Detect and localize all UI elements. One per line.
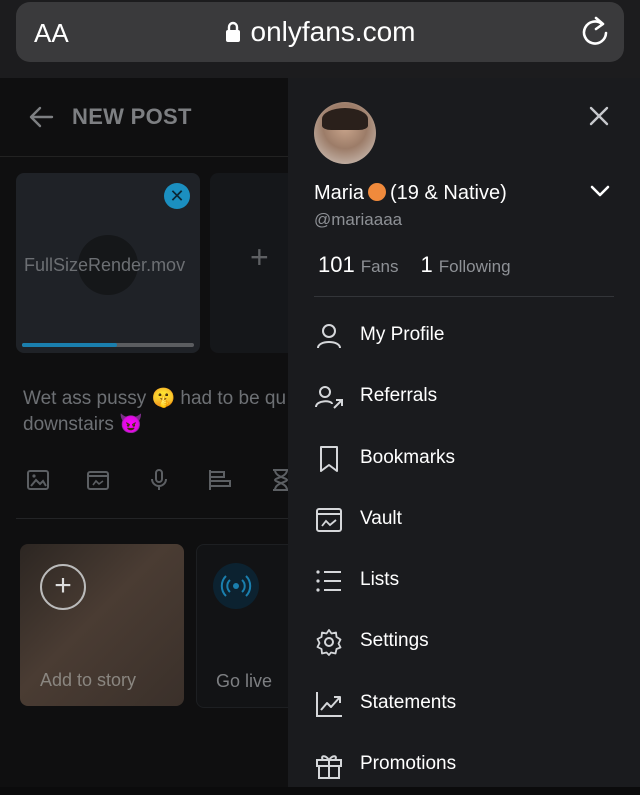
display-name: Maria (19 & Native) <box>314 182 507 205</box>
post-text-line: downstairs 😈 <box>23 414 143 435</box>
page-title: NEW POST <box>72 104 192 129</box>
gift-icon <box>314 750 344 780</box>
browser-address-bar: AA onlyfans.com <box>0 0 640 78</box>
url-display[interactable]: onlyfans.com <box>16 16 624 50</box>
remove-media-icon[interactable]: ✕ <box>164 183 190 209</box>
url-text: onlyfans.com <box>250 16 416 47</box>
drawer-menu: My Profile Referrals Bookmarks Vault Lis… <box>314 305 614 795</box>
peach-emoji-icon <box>368 182 387 201</box>
url-field[interactable]: AA onlyfans.com <box>16 2 624 62</box>
menu-item-promotions[interactable]: Promotions <box>314 734 614 795</box>
menu-label: Settings <box>360 630 429 652</box>
menu-label: My Profile <box>360 324 445 345</box>
microphone-icon[interactable] <box>147 468 171 497</box>
menu-label: Referrals <box>360 385 438 407</box>
story-label: Add to story <box>40 670 137 690</box>
fans-count[interactable]: 101 <box>318 252 355 277</box>
bookmark-icon <box>314 444 344 474</box>
display-name-text: Maria <box>314 182 365 204</box>
avatar-hair <box>322 108 368 130</box>
menu-item-lists[interactable]: Lists <box>314 550 614 611</box>
statements-chart-icon <box>314 689 344 719</box>
lists-icon <box>314 566 344 596</box>
referrals-icon <box>314 382 344 412</box>
close-icon[interactable] <box>588 105 610 132</box>
add-media-button[interactable]: + <box>210 173 300 353</box>
add-to-story-card[interactable]: + Add to story <box>20 544 184 706</box>
back-arrow-icon[interactable] <box>28 105 54 134</box>
display-name-suffix: (19 & Native) <box>390 182 507 204</box>
go-live-card[interactable]: Go live <box>196 544 298 708</box>
reload-icon[interactable] <box>580 15 610 52</box>
following-label[interactable]: Following <box>439 257 511 276</box>
image-icon[interactable] <box>26 468 50 497</box>
menu-item-my-profile[interactable]: My Profile <box>314 305 614 366</box>
broadcast-icon <box>213 563 259 609</box>
poll-icon[interactable] <box>207 468 233 497</box>
menu-item-settings[interactable]: Settings <box>314 611 614 672</box>
menu-item-referrals[interactable]: Referrals <box>314 366 614 427</box>
lock-icon <box>225 18 241 50</box>
follower-stats: 101 Fans 1 Following <box>318 252 511 278</box>
divider <box>16 518 296 519</box>
media-thumbnail[interactable]: FullSizeRender.mov ✕ <box>16 173 200 353</box>
vault-icon[interactable] <box>86 468 110 497</box>
following-count[interactable]: 1 <box>421 252 433 277</box>
plus-icon: + <box>250 239 269 275</box>
chevron-down-icon[interactable] <box>590 184 610 203</box>
go-live-label: Go live <box>216 671 273 691</box>
settings-gear-icon <box>314 627 344 657</box>
post-text[interactable]: Wet ass pussy 🤫 had to be qu downstairs … <box>23 386 293 438</box>
menu-label: Lists <box>360 569 400 591</box>
account-drawer: Maria (19 & Native) @mariaaaa 101 Fans 1 Fol… <box>288 78 640 787</box>
fans-label[interactable]: Fans <box>361 257 399 276</box>
media-filename: FullSizeRender.mov <box>24 255 186 275</box>
menu-item-vault[interactable]: Vault <box>314 489 614 550</box>
menu-item-statements[interactable]: Statements <box>314 673 614 734</box>
menu-label: Bookmarks <box>360 446 456 468</box>
menu-item-bookmarks[interactable]: Bookmarks <box>314 428 614 489</box>
upload-progress-bar <box>22 343 194 347</box>
menu-label: Promotions <box>360 753 457 775</box>
post-toolbar <box>26 468 324 498</box>
menu-label: Statements <box>360 691 457 713</box>
user-icon <box>314 321 344 351</box>
divider <box>314 296 614 297</box>
username-handle: @mariaaaa <box>314 210 403 229</box>
menu-label: Vault <box>360 507 402 529</box>
vault-icon <box>314 505 344 535</box>
avatar[interactable] <box>314 102 376 164</box>
post-text-line: Wet ass pussy 🤫 had to be qu <box>23 388 287 409</box>
new-post-header: NEW POST <box>0 78 300 157</box>
upload-progress-fill <box>22 343 117 347</box>
plus-icon: + <box>40 564 86 610</box>
